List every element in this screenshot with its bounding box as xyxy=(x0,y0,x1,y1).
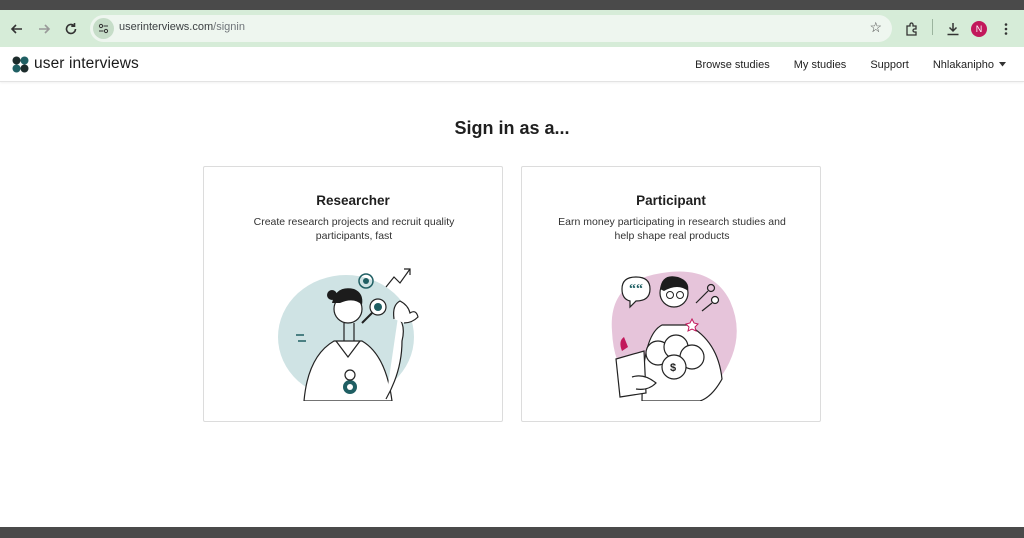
toolbar-separator xyxy=(932,19,933,35)
page-content: user interviews Browse studies My studie… xyxy=(0,47,1024,527)
url-text: userinterviews.com/signin xyxy=(119,21,245,33)
svg-text:“: “ xyxy=(636,282,643,297)
profile-button[interactable]: N xyxy=(966,10,992,47)
nav-my-studies[interactable]: My studies xyxy=(794,59,847,71)
page-title: Sign in as a... xyxy=(454,118,570,138)
window-top-strip xyxy=(0,0,1024,10)
researcher-description: Create research projects and recruit qua… xyxy=(253,216,455,242)
svg-text:“: “ xyxy=(629,282,636,297)
svg-text:$: $ xyxy=(670,362,676,374)
reload-icon xyxy=(65,22,77,34)
participant-illustration: “ “ $ xyxy=(611,271,737,401)
nav-browse-studies[interactable]: Browse studies xyxy=(695,59,770,71)
extensions-button[interactable] xyxy=(899,10,925,47)
caret-down-icon xyxy=(999,62,1006,67)
downloads-button[interactable] xyxy=(940,10,966,47)
kebab-menu-icon xyxy=(1004,22,1008,35)
address-bar[interactable]: userinterviews.com/signin ☆ xyxy=(90,15,892,42)
participant-card[interactable]: Participant Earn money participating in … xyxy=(521,166,821,422)
participant-description: Earn money participating in research stu… xyxy=(558,216,786,242)
puzzle-icon xyxy=(906,21,917,36)
nav-support[interactable]: Support xyxy=(870,59,909,71)
url-path: /signin xyxy=(213,21,245,33)
logo-mark-icon xyxy=(12,56,29,72)
url-host: userinterviews.com xyxy=(119,21,214,33)
site-info-icon[interactable] xyxy=(93,18,114,39)
logo-text: user interviews xyxy=(34,55,139,72)
window-bottom-strip xyxy=(0,527,1024,538)
site-logo[interactable]: user interviews xyxy=(12,55,139,73)
bookmark-star-icon[interactable]: ☆ xyxy=(869,19,882,36)
arrow-right-icon xyxy=(39,23,51,34)
profile-avatar: N xyxy=(971,20,987,37)
back-button[interactable] xyxy=(3,10,31,47)
user-menu[interactable]: Nhlakanipho xyxy=(933,59,1006,71)
researcher-title: Researcher xyxy=(316,193,390,208)
arrow-left-icon xyxy=(10,23,22,34)
user-name: Nhlakanipho xyxy=(932,58,994,71)
forward-button[interactable] xyxy=(30,10,58,47)
site-header: user interviews Browse studies My studie… xyxy=(0,47,1024,82)
participant-title: Participant xyxy=(636,193,706,208)
browser-toolbar: userinterviews.com/signin ☆ N xyxy=(0,10,1024,47)
researcher-card[interactable]: Researcher Create research projects and … xyxy=(203,166,503,422)
main-nav: Browse studies My studies Support Nhlaka… xyxy=(695,47,1006,82)
browser-menu-button[interactable] xyxy=(993,10,1019,47)
reload-button[interactable] xyxy=(57,10,85,47)
researcher-illustration xyxy=(278,268,419,401)
download-icon xyxy=(947,22,959,35)
